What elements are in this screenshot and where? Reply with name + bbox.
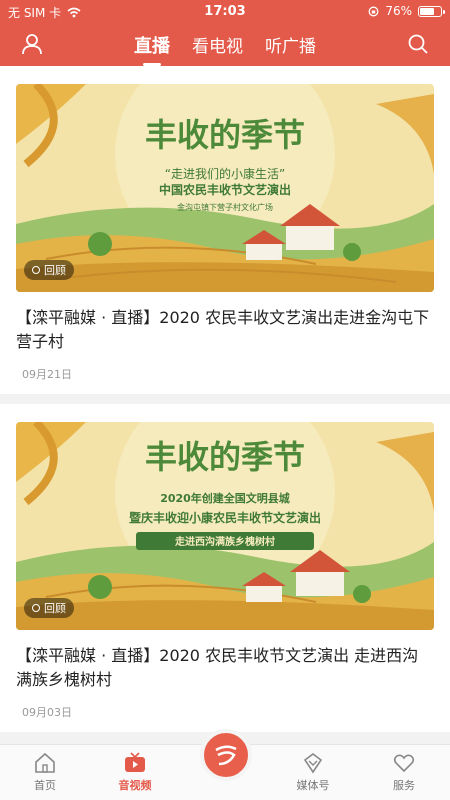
replay-icon (32, 266, 40, 274)
harvest-poster-image: 丰收的季节 “走进我们的小康生活” 中国农民丰收节文艺演出 金沟屯镇下营子村文化… (16, 84, 434, 292)
tab-tv[interactable]: 看电视 (192, 32, 243, 58)
heart-icon (393, 754, 415, 773)
poster-headline: 丰收的季节 (145, 116, 305, 154)
diamond-icon (303, 753, 323, 774)
video-feed: 丰收的季节 “走进我们的小康生活” 中国农民丰收节文艺演出 金沟屯镇下营子村文化… (0, 66, 450, 744)
video-title[interactable]: 【滦平融媒 · 直播】2020 农民丰收文艺演出走进金沟屯下营子村 (16, 306, 434, 354)
bottom-tab-bar: 首页 音视频 媒体号 服务 (0, 729, 450, 800)
nav-service[interactable]: 服务 (364, 751, 444, 793)
feed-card[interactable]: 丰收的季节 2020年创建全国文明县城 暨庆丰收迎小康农民丰收节文艺演出 走进西… (0, 404, 450, 732)
orientation-lock-icon (368, 6, 379, 16)
poster-line1: “走进我们的小康生活” (165, 166, 285, 181)
center-logo-button[interactable] (200, 729, 252, 781)
harvest-poster-image: 丰收的季节 2020年创建全国文明县城 暨庆丰收迎小康农民丰收节文艺演出 走进西… (16, 422, 434, 630)
channel-tabs: 直播 看电视 听广播 (0, 32, 450, 58)
top-bar: 无 SIM 卡 17:03 76% 直播 看电视 听广播 (0, 0, 450, 66)
status-bar: 无 SIM 卡 17:03 76% (0, 0, 450, 22)
poster-line3: 金沟屯镇下营子村文化广场 (177, 202, 273, 212)
poster-line2: 暨庆丰收迎小康农民丰收节文艺演出 (129, 510, 321, 525)
tab-live[interactable]: 直播 (134, 32, 170, 58)
center-logo-icon (215, 745, 237, 766)
video-thumbnail[interactable]: 丰收的季节 2020年创建全国文明县城 暨庆丰收迎小康农民丰收节文艺演出 走进西… (16, 422, 434, 630)
tv-icon (125, 752, 145, 772)
video-thumbnail[interactable]: 丰收的季节 “走进我们的小康生活” 中国农民丰收节文艺演出 金沟屯镇下营子村文化… (16, 84, 434, 292)
badge-label: 回顾 (44, 264, 66, 277)
nav-media[interactable]: 媒体号 (273, 751, 353, 793)
home-icon (35, 752, 55, 773)
header-nav: 直播 看电视 听广播 (0, 24, 450, 66)
nav-home-label: 首页 (34, 779, 56, 792)
nav-audio-video-label: 音视频 (118, 779, 152, 792)
search-icon[interactable] (406, 32, 430, 56)
poster-line2: 中国农民丰收节文艺演出 (159, 182, 291, 197)
replay-icon (32, 604, 40, 612)
nav-service-label: 服务 (393, 779, 415, 792)
nav-media-label: 媒体号 (296, 779, 330, 792)
poster-headline: 丰收的季节 (145, 438, 305, 476)
badge-label: 回顾 (44, 602, 66, 615)
video-title[interactable]: 【滦平融媒 · 直播】2020 农民丰收节文艺演出 走进西沟满族乡槐树村 (16, 644, 434, 692)
feed-card[interactable]: 丰收的季节 “走进我们的小康生活” 中国农民丰收节文艺演出 金沟屯镇下营子村文化… (0, 66, 450, 394)
replay-badge: 回顾 (24, 598, 74, 618)
video-date: 09月21日 (22, 368, 72, 381)
poster-line3: 走进西沟满族乡槐树村 (174, 535, 275, 548)
poster-line1: 2020年创建全国文明县城 (160, 491, 290, 505)
replay-badge: 回顾 (24, 260, 74, 280)
tab-radio[interactable]: 听广播 (265, 32, 316, 58)
nav-home[interactable]: 首页 (5, 751, 85, 793)
video-date: 09月03日 (22, 706, 72, 719)
battery-icon (418, 5, 445, 17)
battery-percent: 76% (385, 4, 412, 18)
nav-audio-video[interactable]: 音视频 (95, 751, 175, 793)
